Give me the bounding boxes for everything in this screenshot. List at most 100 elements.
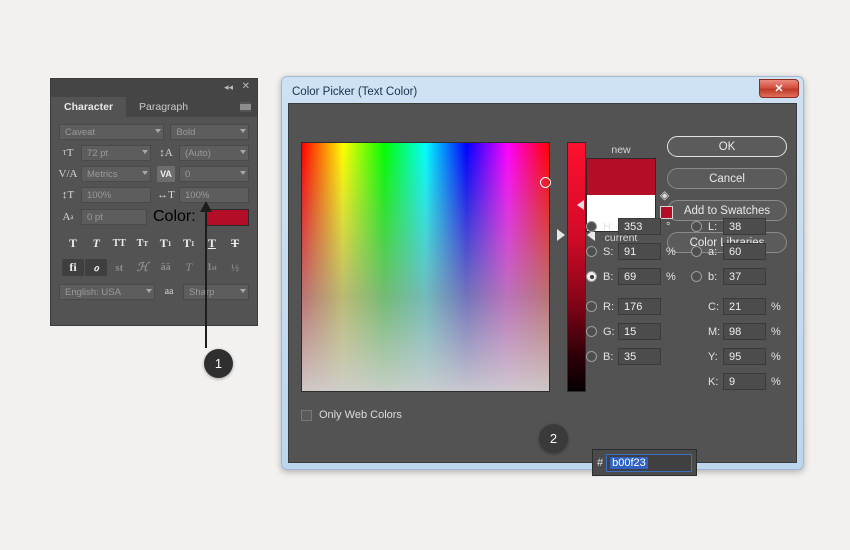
font-row: Caveat Bold (59, 124, 249, 140)
panel-titlebar: ◂◂ ✕ (51, 79, 257, 97)
red-radio[interactable] (586, 301, 597, 312)
blue-input[interactable]: 35 (618, 348, 661, 365)
close-icon[interactable]: ✕ (242, 82, 250, 92)
horizontal-scale-icon: ↔T (157, 189, 175, 201)
black-label: K: (708, 375, 719, 388)
language-select[interactable]: English: USA (59, 284, 156, 300)
chevron-down-icon (240, 150, 246, 154)
yellow-input[interactable]: 95 (723, 348, 766, 365)
cmyk-row-4: K: 9 % (586, 369, 796, 394)
black-input[interactable]: 9 (723, 373, 766, 390)
font-family-select[interactable]: Caveat (59, 124, 165, 140)
font-size-input[interactable]: 72 pt (81, 145, 151, 161)
font-size-group: TT 72 pt (59, 145, 151, 161)
lab-b-label: b: (708, 270, 718, 283)
magenta-input[interactable]: 98 (723, 323, 766, 340)
faux-italic-button[interactable]: T (85, 235, 107, 252)
green-input[interactable]: 15 (618, 323, 661, 340)
green-label: G: (603, 325, 615, 338)
fractions-button[interactable]: ½ (224, 259, 246, 276)
color-field-marker[interactable] (540, 177, 551, 188)
tab-paragraph[interactable]: Paragraph (126, 97, 202, 117)
titling-alternates-button[interactable]: T (178, 259, 200, 276)
chevron-down-icon (142, 171, 148, 175)
red-input[interactable]: 176 (618, 298, 661, 315)
cancel-button[interactable]: Cancel (667, 168, 787, 189)
tab-character[interactable]: Character (51, 97, 127, 117)
hue-slider[interactable] (567, 142, 586, 392)
cyan-input[interactable]: 21 (723, 298, 766, 315)
close-icon[interactable]: ✕ (759, 79, 799, 98)
antialias-select[interactable]: Sharp (183, 284, 249, 300)
lab-a-label: a: (708, 245, 718, 258)
blue-radio[interactable] (586, 351, 597, 362)
leading-group: ↕A (Auto) (157, 145, 249, 161)
saturation-label: S: (603, 245, 614, 258)
cyan-label: C: (708, 300, 719, 313)
checkbox-box (301, 409, 312, 421)
lightness-radio[interactable] (691, 221, 702, 232)
callout-marker-1: 1 (204, 349, 233, 378)
leading-input[interactable]: (Auto) (179, 145, 249, 161)
leading-icon: ↕A (159, 147, 173, 159)
kerning-tracking-row: V/A Metrics VA 0 (59, 166, 249, 182)
ok-button[interactable]: OK (667, 136, 787, 157)
lab-a-radio[interactable] (691, 246, 702, 257)
hue-group: H: 353 ° (586, 218, 691, 235)
hue-input[interactable]: 353 (618, 218, 661, 235)
contextual-alternates-button[interactable]: ℴ (85, 259, 108, 276)
hue-slider-left-arrow[interactable] (557, 229, 565, 241)
cyan-unit: % (771, 300, 781, 313)
tracking-input[interactable]: 0 (179, 166, 249, 182)
all-caps-button[interactable]: TT (108, 235, 130, 252)
brightness-radio[interactable] (586, 271, 597, 282)
green-radio[interactable] (586, 326, 597, 337)
chevron-down-icon (240, 171, 246, 175)
yellow-unit: % (771, 350, 781, 363)
lab-b-input[interactable]: 37 (723, 268, 766, 285)
lightness-input[interactable]: 38 (723, 218, 766, 235)
small-caps-button[interactable]: TT (131, 235, 153, 252)
yellow-label: Y: (708, 350, 718, 363)
saturation-group: S: 91 % (586, 243, 691, 260)
tracking-group: VA 0 (157, 166, 249, 182)
hsb-lab-row-2: S: 91 % a: 60 (586, 239, 796, 264)
out-of-gamut-cube-icon[interactable]: ◈ (660, 188, 669, 202)
subscript-button[interactable]: T1 (178, 235, 200, 252)
baseline-shift-group: Aa 0 pt (59, 209, 147, 225)
hex-input[interactable]: b00f23 (606, 453, 692, 472)
vertical-scale-input[interactable]: 100% (81, 187, 151, 203)
color-label: Color: (153, 208, 196, 225)
saturation-brightness-field[interactable] (301, 142, 551, 392)
superscript-button[interactable]: T1 (155, 235, 177, 252)
swash-button[interactable]: ℋ (131, 259, 153, 276)
horizontal-scale-input[interactable]: 100% (179, 187, 249, 203)
language-antialias-row: English: USA aa Sharp (59, 284, 249, 300)
callout-marker-2: 2 (539, 424, 568, 453)
size-leading-row: TT 72 pt ↕A (Auto) (59, 145, 249, 161)
lab-b-radio[interactable] (691, 271, 702, 282)
new-color-swatch[interactable] (586, 158, 656, 195)
oldstyle-button[interactable]: āā (155, 259, 177, 276)
font-style-select[interactable]: Bold (170, 124, 249, 140)
kerning-group: V/A Metrics (59, 166, 151, 182)
brightness-unit: % (666, 270, 676, 283)
hsb-lab-row-1: H: 353 ° L: 38 (586, 214, 796, 239)
saturation-radio[interactable] (586, 246, 597, 257)
only-web-colors-checkbox[interactable]: Only Web Colors (301, 409, 402, 421)
strikethrough-button[interactable]: T (224, 235, 246, 252)
discretionary-ligatures-button[interactable]: st (108, 259, 130, 276)
dialog-titlebar[interactable]: Color Picker (Text Color) ✕ (286, 79, 799, 103)
brightness-input[interactable]: 69 (618, 268, 661, 285)
collapse-arrows-icon[interactable]: ◂◂ (224, 82, 233, 92)
lab-a-input[interactable]: 60 (723, 243, 766, 260)
kerning-input[interactable]: Metrics (81, 166, 151, 182)
standard-ligatures-button[interactable]: fi (62, 259, 84, 276)
baseline-shift-input[interactable]: 0 pt (81, 209, 147, 225)
hue-radio[interactable] (586, 221, 597, 232)
saturation-input[interactable]: 91 (618, 243, 661, 260)
faux-bold-button[interactable]: T (62, 235, 84, 252)
font-size-icon: TT (62, 147, 74, 159)
blue-group: B: 35 (586, 348, 691, 365)
panel-menu-icon[interactable] (240, 102, 251, 112)
